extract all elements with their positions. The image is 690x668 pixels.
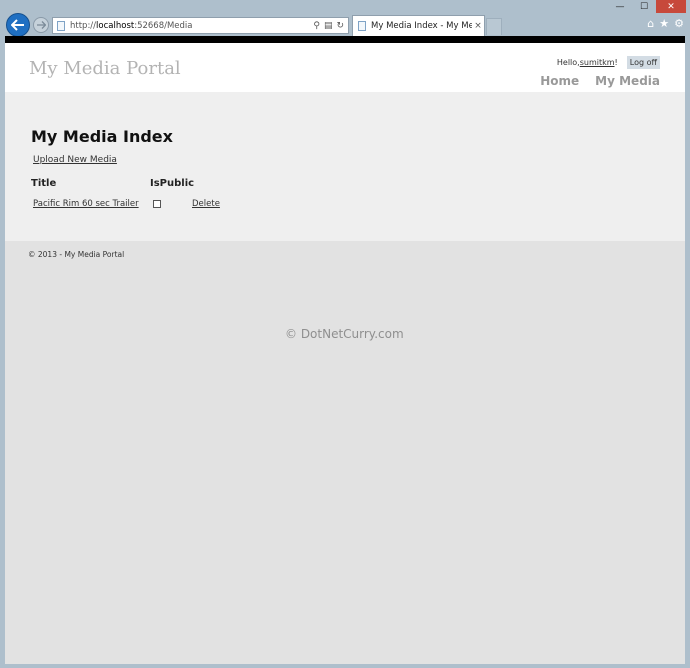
logoff-button[interactable]: Log off	[626, 56, 660, 69]
window-controls: — ☐ ✕	[608, 0, 686, 14]
url-path: :52668/Media	[134, 20, 193, 31]
site-topbar	[5, 36, 685, 43]
url-prefix: http://	[70, 20, 97, 31]
page-icon	[57, 20, 65, 31]
back-button[interactable]	[6, 13, 30, 37]
browser-viewport: My Media Portal Hello, sumitkm ! Log off…	[5, 36, 685, 664]
nav-home[interactable]: Home	[540, 74, 579, 88]
gear-icon[interactable]: ⚙	[674, 17, 684, 30]
login-status: Hello, sumitkm ! Log off	[557, 56, 660, 69]
minimize-button[interactable]: —	[608, 0, 632, 13]
column-header-ispublic: IsPublic	[150, 178, 195, 189]
upload-new-media-link[interactable]: Upload New Media	[33, 155, 117, 165]
hello-prefix: Hello,	[556, 58, 580, 67]
site-nav: Home My Media	[540, 74, 660, 88]
home-icon[interactable]: ⌂	[647, 17, 654, 30]
url-text[interactable]: http://localhost:52668/Media	[70, 21, 313, 31]
browser-titlebar: — ☐ ✕ http://localhost:52668/Media ⚲ ▤ ↻	[0, 0, 690, 40]
tab-close-icon[interactable]: ×	[472, 21, 484, 31]
copyright-text: © 2013 - My Media Portal	[28, 250, 125, 259]
maximize-button[interactable]: ☐	[632, 0, 656, 13]
nav-my-media[interactable]: My Media	[595, 74, 660, 88]
main-content: My Media Index Upload New Media Title Is…	[5, 92, 685, 241]
site-footer: © 2013 - My Media Portal © DotNetCurry.c…	[5, 241, 685, 634]
hello-suffix: !	[614, 58, 618, 67]
tab-my-media-index[interactable]: My Media Index - My Medi... ×	[352, 15, 485, 36]
close-window-button[interactable]: ✕	[656, 0, 686, 13]
url-host: localhost	[96, 20, 135, 31]
refresh-icon[interactable]: ↻	[336, 21, 344, 31]
arrow-left-icon	[11, 19, 24, 31]
username-link[interactable]: sumitkm	[580, 58, 615, 67]
search-icon[interactable]: ⚲	[313, 21, 320, 31]
page-title: My Media Index	[31, 127, 173, 146]
watermark-text: © DotNetCurry.com	[285, 327, 404, 341]
browser-toolbar: ⌂ ★ ⚙	[647, 17, 684, 30]
site-header: My Media Portal Hello, sumitkm ! Log off…	[5, 43, 685, 115]
ispublic-checkbox[interactable]	[153, 200, 161, 208]
address-bar[interactable]: http://localhost:52668/Media ⚲ ▤ ↻	[52, 17, 349, 34]
forward-button[interactable]	[33, 17, 49, 33]
media-title-link[interactable]: Pacific Rim 60 sec Trailer	[33, 199, 139, 209]
compat-view-icon[interactable]: ▤	[324, 21, 333, 31]
site-title[interactable]: My Media Portal	[29, 58, 181, 79]
tab-title: My Media Index - My Medi...	[371, 21, 472, 31]
delete-link[interactable]: Delete	[192, 199, 220, 209]
arrow-right-icon	[36, 21, 46, 29]
tab-page-icon	[358, 21, 366, 31]
address-tools: ⚲ ▤ ↻	[313, 21, 344, 31]
browser-window: — ☐ ✕ http://localhost:52668/Media ⚲ ▤ ↻	[0, 0, 690, 668]
column-header-title: Title	[31, 178, 57, 189]
new-tab-button[interactable]	[486, 18, 502, 35]
favorites-icon[interactable]: ★	[659, 17, 669, 30]
